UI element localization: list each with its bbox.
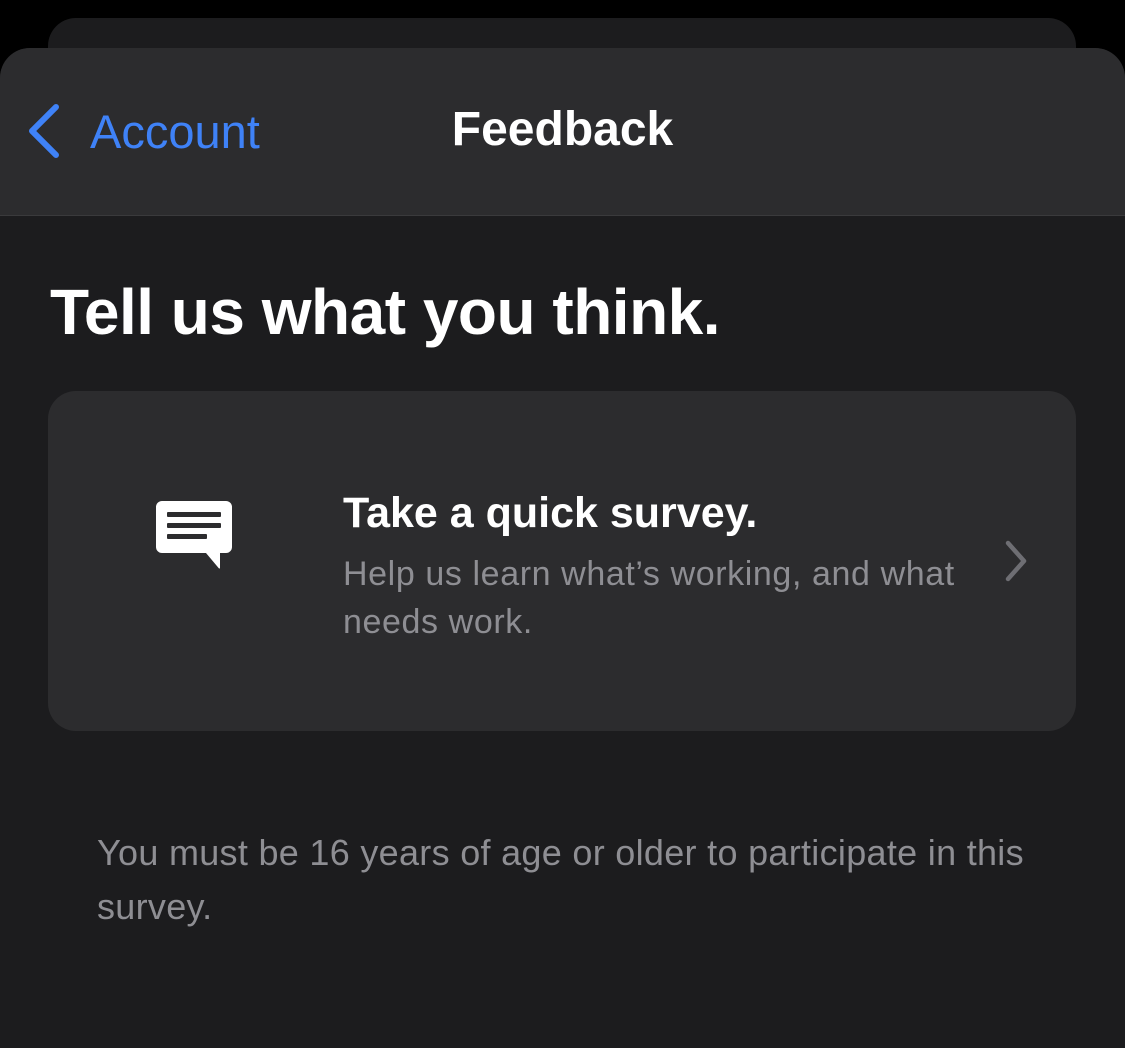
- message-bubble-icon: [156, 501, 232, 569]
- headline: Tell us what you think.: [50, 276, 721, 348]
- chevron-right-icon: [1005, 540, 1027, 582]
- survey-subtitle: Help us learn what’s working, and what n…: [343, 555, 955, 641]
- age-disclaimer: You must be 16 years of age or older to …: [97, 832, 1024, 927]
- survey-title: Take a quick survey.: [343, 489, 758, 537]
- feedback-sheet: Account Feedback Tell us what you think.…: [0, 48, 1125, 1048]
- take-survey-button[interactable]: Take a quick survey. Help us learn what’…: [48, 391, 1076, 731]
- page-title: Feedback: [451, 103, 674, 156]
- navigation-bar: Account Feedback: [0, 48, 1125, 216]
